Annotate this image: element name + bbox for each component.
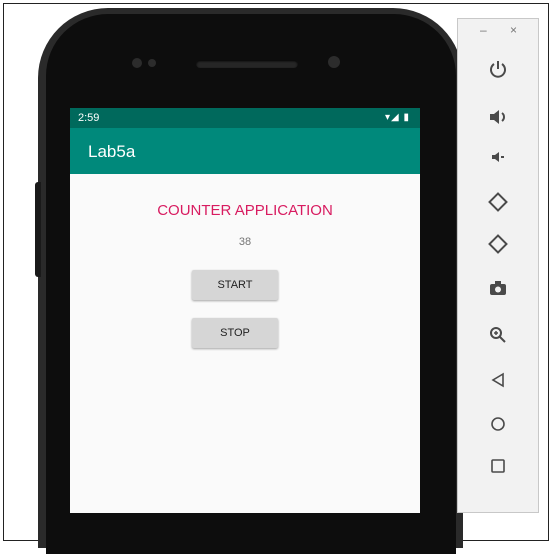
phone-sensor <box>132 58 142 68</box>
status-bar: 2:59 ▾◢ ▮ <box>70 108 420 128</box>
volume-down-icon[interactable] <box>458 147 538 173</box>
power-icon[interactable] <box>458 59 538 85</box>
back-icon[interactable] <box>458 371 538 395</box>
status-icons: ▾◢ ▮ <box>385 112 410 123</box>
phone-sensor <box>148 59 156 67</box>
phone-side-button[interactable] <box>35 182 41 277</box>
stop-button[interactable]: STOP <box>192 318 278 348</box>
home-icon[interactable] <box>458 415 538 439</box>
app-content: COUNTER APPLICATION 38 START STOP <box>70 174 420 513</box>
emulator-toolbar: – × <box>457 18 539 513</box>
start-button[interactable]: START <box>192 270 278 300</box>
overview-icon[interactable] <box>458 457 538 481</box>
minimize-button[interactable]: – <box>480 23 487 37</box>
phone-front-camera <box>328 56 340 68</box>
camera-icon[interactable] <box>458 279 538 303</box>
zoom-icon[interactable] <box>458 325 538 351</box>
rotate-right-icon[interactable] <box>458 233 538 261</box>
counter-heading: COUNTER APPLICATION <box>157 202 333 219</box>
close-button[interactable]: × <box>510 23 517 37</box>
phone-speaker <box>196 60 298 68</box>
app-bar: Lab5a <box>70 128 420 174</box>
volume-up-icon[interactable] <box>458 107 538 133</box>
app-title: Lab5a <box>88 142 136 161</box>
phone-screen: 2:59 ▾◢ ▮ Lab5a COUNTER APPLICATION 38 S… <box>70 108 420 513</box>
rotate-left-icon[interactable] <box>458 191 538 219</box>
counter-value: 38 <box>238 236 252 248</box>
status-time: 2:59 <box>78 112 100 124</box>
